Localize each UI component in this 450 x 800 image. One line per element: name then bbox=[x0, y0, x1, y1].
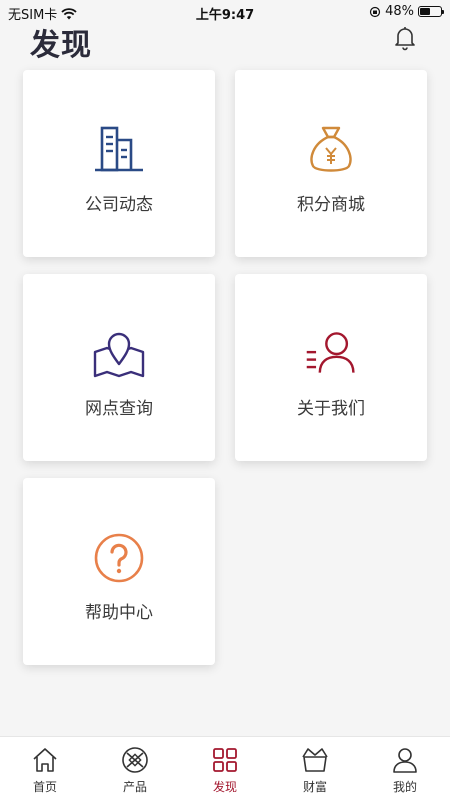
tab-wealth[interactable]: 财富 bbox=[270, 737, 360, 800]
battery-icon bbox=[418, 6, 444, 17]
card-help-center[interactable]: 帮助中心 bbox=[23, 478, 215, 665]
tab-label: 首页 bbox=[32, 780, 57, 794]
battery-percent: 48% bbox=[385, 4, 414, 19]
tab-home[interactable]: 首页 bbox=[0, 737, 90, 800]
bell-icon[interactable] bbox=[392, 24, 418, 52]
map-pin-icon bbox=[91, 326, 147, 382]
card-label: 关于我们 bbox=[297, 399, 365, 419]
tab-label: 发现 bbox=[212, 780, 237, 794]
product-icon bbox=[122, 747, 148, 773]
battery-fill bbox=[420, 8, 430, 15]
card-company-news[interactable]: 公司动态 bbox=[23, 70, 215, 257]
tab-discover[interactable]: 发现 bbox=[180, 737, 270, 800]
tab-products[interactable]: 产品 bbox=[90, 737, 180, 800]
card-label: 帮助中心 bbox=[85, 603, 153, 623]
tab-mine[interactable]: 我的 bbox=[360, 737, 450, 800]
home-icon bbox=[33, 748, 57, 772]
card-points-mall[interactable]: 积分商城 bbox=[235, 70, 427, 257]
card-branch-lookup[interactable]: 网点查询 bbox=[23, 274, 215, 461]
card-label: 积分商城 bbox=[297, 195, 365, 215]
discover-icon bbox=[213, 748, 237, 772]
page-title: 发现 bbox=[30, 28, 92, 63]
orientation-lock-icon bbox=[369, 6, 381, 17]
profile-icon bbox=[393, 748, 417, 773]
card-about-us[interactable]: 关于我们 bbox=[235, 274, 427, 461]
feature-grid: 公司动态 积分商城 网点查询 关于我们 帮助中心 bbox=[23, 70, 427, 665]
tab-bar: 首页 产品 发现 财富 我的 bbox=[0, 736, 450, 800]
card-label: 公司动态 bbox=[85, 195, 153, 215]
question-icon bbox=[91, 530, 147, 586]
tab-label: 我的 bbox=[392, 780, 417, 794]
status-right: 48% bbox=[369, 4, 444, 19]
person-icon bbox=[303, 326, 359, 382]
tab-label: 财富 bbox=[302, 780, 327, 794]
money-bag-icon bbox=[303, 122, 359, 178]
wealth-icon bbox=[302, 748, 328, 772]
building-icon bbox=[91, 122, 147, 178]
tab-label: 产品 bbox=[122, 780, 147, 794]
card-label: 网点查询 bbox=[85, 399, 153, 419]
